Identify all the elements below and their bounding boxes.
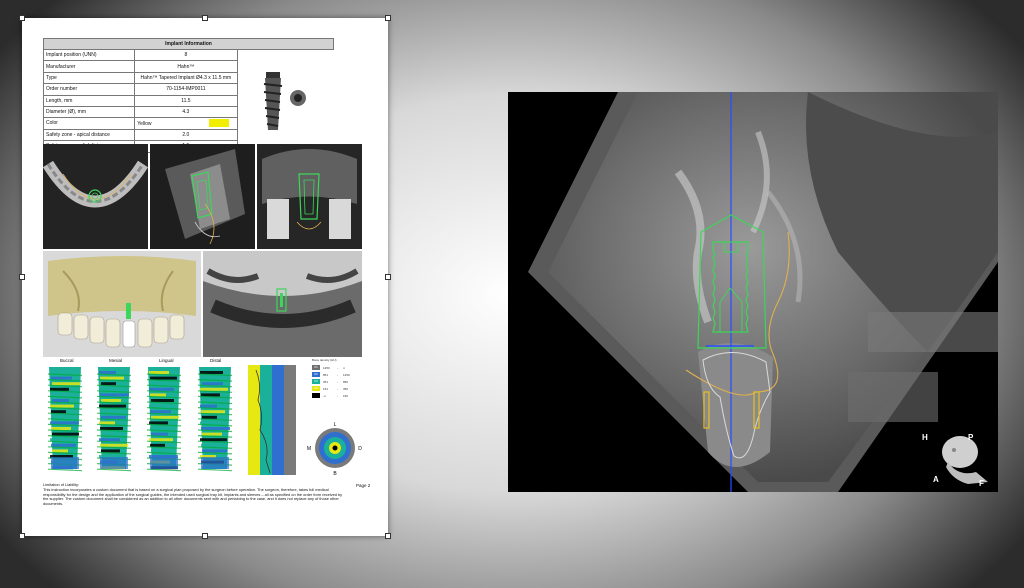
legend-row: D4 151-350: [312, 385, 372, 392]
3d-bone-render: [43, 251, 201, 357]
implant-density-view: [193, 365, 237, 475]
orientation-p-label: P: [968, 433, 974, 442]
compass-bottom: B: [333, 471, 337, 477]
resize-handle-bottom-right[interactable]: [385, 533, 391, 539]
panoramic-xray: [203, 251, 362, 357]
resize-handle-top-left[interactable]: [19, 15, 25, 21]
compass-top: L: [334, 422, 337, 428]
color-swatch: [209, 119, 230, 128]
implant-image: [237, 50, 334, 153]
implant-density-view: [142, 365, 186, 475]
orientation-f-label: F: [979, 479, 984, 488]
resize-handle-bottom-left[interactable]: [19, 533, 25, 539]
legend-row: D1 1250- ∞: [312, 364, 372, 371]
report-page[interactable]: Implant Information Implant position (UN…: [22, 18, 388, 536]
table-row: Implant position (UNN) 8: [42, 48, 334, 130]
implant-info-table: Implant Information Implant position (UN…: [42, 38, 334, 153]
view-label-distal: Distal: [210, 358, 222, 363]
legend-row: D3 351-850: [312, 378, 372, 385]
resize-handle-right[interactable]: [385, 274, 391, 280]
ct-sagittal-slice: [150, 144, 255, 249]
view-label-buccal: Buccal: [60, 358, 74, 363]
compass-left: M: [307, 446, 311, 452]
ct-coronal-slice: [257, 144, 362, 249]
ct-axial-slice: [43, 144, 148, 249]
resize-handle-bottom[interactable]: [202, 533, 208, 539]
orientation-head-icon[interactable]: [918, 422, 998, 492]
legend-row: D2 851-1250: [312, 371, 372, 378]
implant-density-view: [43, 365, 87, 475]
compass-right: D: [358, 446, 362, 452]
density-colorbar: [248, 365, 296, 475]
resize-handle-top[interactable]: [202, 15, 208, 21]
implant-density-view: [92, 365, 136, 475]
resize-handle-top-right[interactable]: [385, 15, 391, 21]
liability-notice: Limitation of Liability: This instructio…: [43, 482, 343, 507]
implant-icon: [263, 72, 306, 130]
orientation-h-label: H: [922, 433, 928, 442]
ct-cross-section-view[interactable]: H P A F: [508, 92, 998, 492]
page-number: Page 2: [356, 483, 371, 488]
resize-handle-left[interactable]: [19, 274, 25, 280]
view-label-lingual: Lingual: [159, 358, 174, 363]
legend-row: -∞ -150: [312, 392, 372, 399]
table-title: Implant Information: [43, 38, 334, 50]
density-legend: Bone density (HU) D1 1250- ∞ D2 851-1250 D3…: [312, 358, 372, 399]
view-label-mesial: Mesial: [109, 358, 123, 363]
orientation-a-label: A: [933, 475, 939, 484]
density-compass: L D B M: [307, 422, 362, 477]
